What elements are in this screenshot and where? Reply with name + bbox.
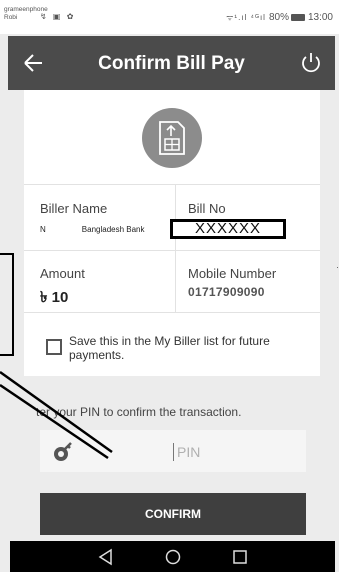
amount-value: ৳ 10 <box>40 289 69 306</box>
nav-back-icon[interactable] <box>86 541 126 572</box>
bill-no-value: XXXXXX <box>170 219 286 239</box>
save-biller-label: Save this in the My Biller list for futu… <box>69 334 270 362</box>
notification-icons: ↯ ▣ ✿ <box>40 12 76 21</box>
power-icon[interactable] <box>297 49 325 77</box>
divider <box>24 312 320 313</box>
pin-input[interactable] <box>173 443 273 461</box>
biller-name-mark: N <box>40 225 46 234</box>
nav-recents-icon[interactable] <box>220 541 260 572</box>
annotation-callout-box <box>0 253 14 356</box>
status-right: ᯤ¹.ıl ⁴ᴳıl 80% 13:00 <box>226 12 333 23</box>
divider <box>24 184 320 185</box>
key-icon <box>52 441 74 468</box>
page-title: Confirm Bill Pay <box>98 53 245 74</box>
confirm-button[interactable]: CONFIRM <box>40 493 306 535</box>
system-nav-bar <box>10 541 335 572</box>
biller-name-label: Biller Name <box>40 201 108 216</box>
clock: 13:00 <box>307 12 333 23</box>
bill-document-icon <box>142 108 202 168</box>
divider <box>175 184 176 312</box>
mobile-number-label: Mobile Number <box>188 266 277 281</box>
biller-name-value: N Bangladesh Bank <box>40 225 145 234</box>
amount-label: Amount <box>40 266 85 281</box>
divider <box>24 250 320 251</box>
signal-icon: ᯤ¹.ıl ⁴ᴳıl <box>226 13 266 22</box>
bill-no-label: Bill No <box>188 201 226 216</box>
pin-prompt: ter your PIN to confirm the transaction. <box>36 405 242 419</box>
biller-name-text: Bangladesh Bank <box>81 225 145 234</box>
status-bar: grameenphone Robi ↯ ▣ ✿ ᯤ¹.ıl ⁴ᴳıl 80% 13:… <box>0 0 339 34</box>
app-bar: Confirm Bill Pay <box>8 36 335 90</box>
battery-icon <box>290 13 305 21</box>
battery-percent: 80% <box>268 12 289 23</box>
save-biller-checkbox[interactable] <box>46 339 62 355</box>
mobile-number-value: 01717909090 <box>188 285 265 299</box>
nav-home-icon[interactable] <box>153 541 193 572</box>
